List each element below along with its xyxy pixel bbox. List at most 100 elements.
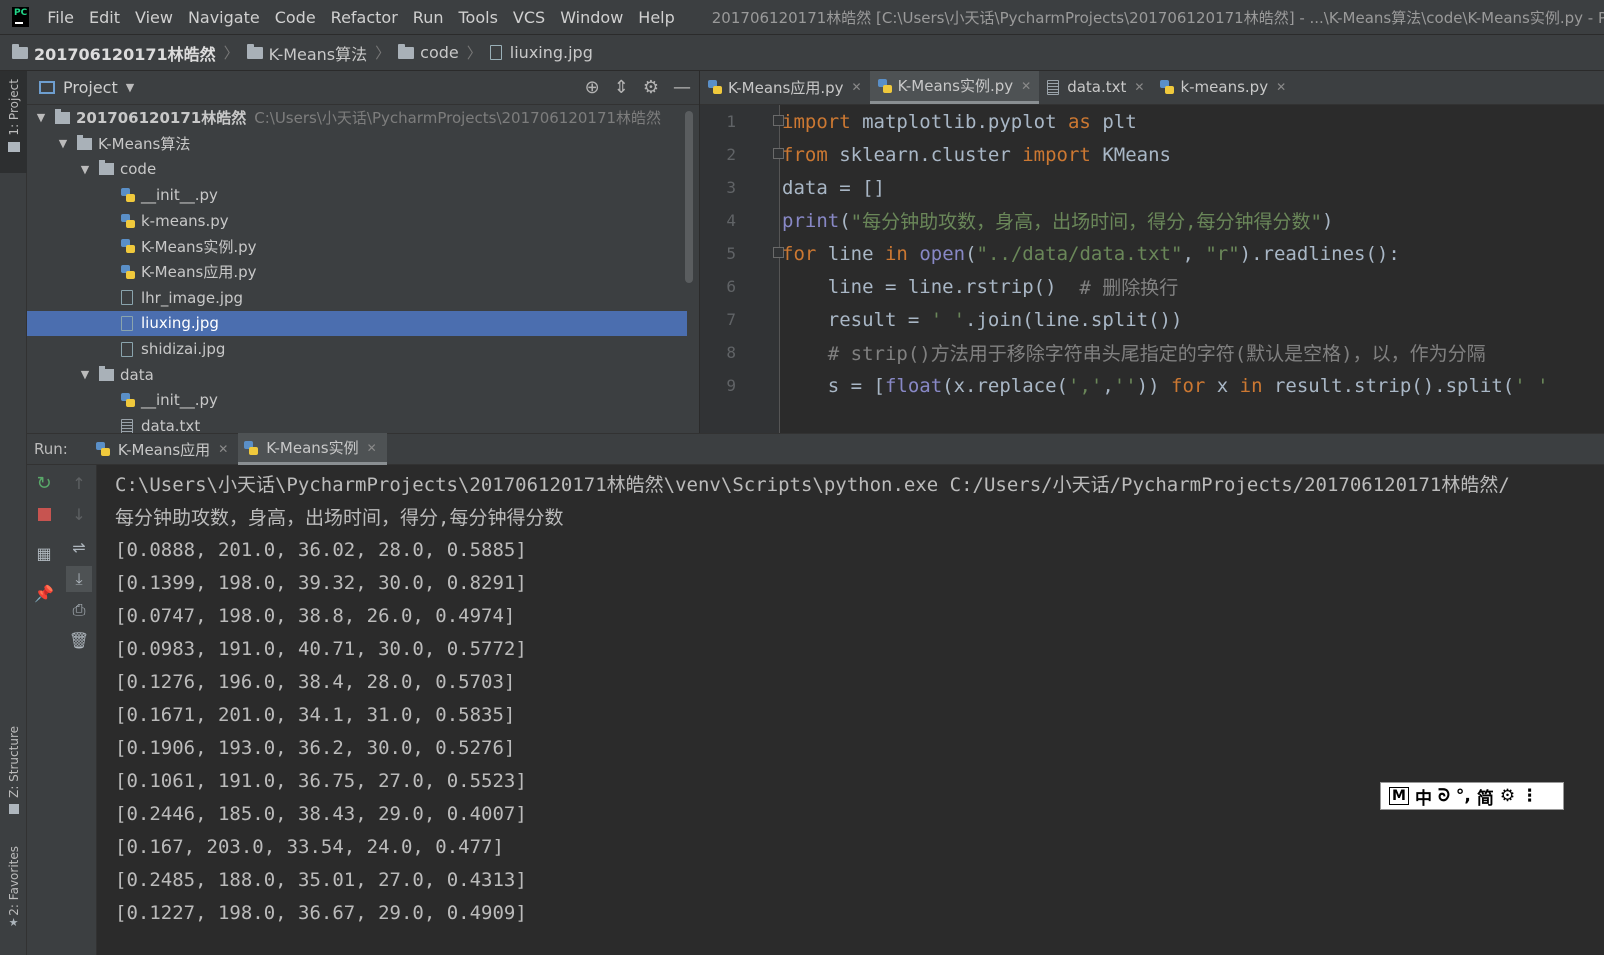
run-tab-kmeans-app[interactable]: K-Means应用 ✕ [90, 433, 238, 465]
stop-icon[interactable] [34, 504, 54, 524]
expand-arrow-icon[interactable]: ▼ [79, 368, 91, 381]
scroll-to-end-icon[interactable]: ⤓ [66, 566, 92, 592]
menu-view[interactable]: View [135, 8, 173, 27]
close-icon[interactable]: ✕ [1134, 80, 1144, 94]
tree-item[interactable]: ▼ K-Means算法 [27, 131, 687, 157]
ime-mode-icon[interactable]: M [1389, 787, 1409, 805]
restore-layout-icon[interactable]: ▦ [34, 543, 54, 563]
breadcrumb-code[interactable]: code [398, 43, 459, 62]
run-tab-label: K-Means实例 [266, 439, 359, 457]
ime-language-toggle[interactable]: 中 [1415, 784, 1432, 809]
code-token: line [816, 242, 885, 265]
arrow-down-icon[interactable]: ↓ [69, 504, 89, 524]
breadcrumb-label: code [420, 43, 459, 62]
chevron-down-icon[interactable]: ▼ [126, 81, 134, 94]
hide-panel-icon[interactable]: — [673, 77, 691, 98]
breadcrumb-kmeans[interactable]: K-Means算法 [246, 41, 367, 65]
code-line: 4 print("每分钟助攻数，身高，出场时间，得分,每分钟得分数") [700, 204, 1604, 237]
line-number: 3 [726, 178, 736, 197]
tree-item[interactable]: __init__.py [27, 388, 687, 414]
menu-edit[interactable]: Edit [89, 8, 120, 27]
close-icon[interactable]: ✕ [367, 441, 377, 455]
editor-tab[interactable]: K-Means应用.py ✕ [700, 71, 870, 104]
favorites-tool-tab[interactable]: 2: Favorites ★ [0, 846, 27, 955]
menu-file[interactable]: File [47, 8, 74, 27]
folder-icon [99, 365, 114, 381]
project-panel-title[interactable]: Project [63, 78, 118, 97]
editor-tab[interactable]: k-means.py ✕ [1152, 71, 1294, 104]
locate-file-icon[interactable]: ⊕ [585, 77, 600, 98]
tree-item[interactable]: ▼ data [27, 362, 687, 388]
expand-arrow-icon[interactable]: ▼ [35, 111, 47, 124]
tree-item-label: data [120, 365, 154, 384]
menu-navigate[interactable]: Navigate [188, 8, 260, 27]
tree-item[interactable]: K-Means应用.py [27, 259, 687, 285]
close-icon[interactable]: ✕ [218, 442, 228, 456]
arrow-up-icon[interactable]: ↑ [69, 473, 89, 493]
code-token: result.strip().split( [1262, 374, 1515, 397]
tree-item[interactable]: ▼ code [27, 156, 687, 182]
menu-vcs[interactable]: VCS [513, 8, 545, 27]
editor-tab-label: K-Means应用.py [728, 78, 844, 97]
breadcrumb: 201706120171林皓然 〉 K-Means算法 〉 code 〉 liu… [0, 35, 1604, 71]
pin-icon[interactable]: 📌 [34, 583, 54, 603]
editor-tab[interactable]: K-Means实例.py ✕ [869, 71, 1040, 104]
tree-item[interactable]: lhr_image.jpg [27, 285, 687, 311]
project-panel: Project ▼ ⊕ ⇕ ⚙ — ▼ 201706120171林皓然 C:\Use… [27, 71, 700, 433]
soft-wrap-icon[interactable]: ⇌ [69, 537, 89, 557]
tree-item[interactable]: shidizai.jpg [27, 336, 687, 362]
menu-window[interactable]: Window [560, 8, 623, 27]
code-line: 5 for line in open("../data/data.txt", "r… [700, 237, 1604, 270]
structure-tool-tab[interactable]: Z: Structure [0, 726, 27, 826]
tree-item[interactable]: liuxing.jpg [27, 310, 687, 337]
close-icon[interactable]: ✕ [1021, 79, 1031, 93]
trash-icon[interactable]: 🗑 [69, 630, 89, 650]
image-file-icon [121, 315, 133, 331]
breadcrumb-project[interactable]: 201706120171林皓然 [12, 41, 216, 65]
menu-run[interactable]: Run [413, 8, 444, 27]
project-tree-scrollbar[interactable] [685, 111, 693, 283]
code-token: # strip()方法用于移除字符串头尾指定的字符(默认是空格)，以，作为分隔 [782, 343, 1486, 365]
collapse-all-icon[interactable]: ⇕ [614, 77, 629, 98]
close-icon[interactable]: ✕ [1276, 80, 1286, 94]
expand-arrow-icon[interactable]: ▼ [57, 137, 69, 150]
tree-item[interactable]: K-Means实例.py [27, 233, 687, 259]
window-title: 201706120171林皓然 [C:\Users\小天话\PycharmPro… [711, 8, 1604, 27]
tree-item[interactable]: k-means.py [27, 208, 687, 234]
project-view-icon [39, 81, 55, 94]
editor-tabs: K-Means应用.py ✕ K-Means实例.py ✕ data.txt ✕ k-mea… [700, 71, 1604, 105]
ime-more-icon[interactable]: ⋮ [1521, 786, 1538, 806]
code-token: KMeans [1090, 143, 1171, 166]
code-token: import [782, 110, 851, 133]
breadcrumb-file[interactable]: liuxing.jpg [489, 43, 593, 62]
code-editor[interactable]: 1 import matplotlib.pyplot as plt 2 from s… [700, 105, 1604, 402]
gear-icon[interactable]: ⚙ [643, 77, 659, 98]
tree-item[interactable]: data.txt [27, 413, 687, 433]
menu-refactor[interactable]: Refactor [331, 8, 398, 27]
ime-halfwidth-icon[interactable]: ᘐ [1438, 786, 1450, 806]
breadcrumb-separator-icon: 〉 [223, 44, 239, 62]
tree-item[interactable]: __init__.py [27, 182, 687, 208]
menu-code[interactable]: Code [275, 8, 316, 27]
run-console[interactable]: C:\Users\小天话\PycharmProjects\20170612017… [97, 465, 1604, 955]
project-tool-tab[interactable]: 1: Project [0, 71, 27, 173]
ime-simplified-toggle[interactable]: 简 [1477, 784, 1494, 809]
menu-help[interactable]: Help [638, 8, 674, 27]
run-tab-kmeans-example[interactable]: K-Means实例 ✕ [238, 433, 387, 465]
editor-tab[interactable]: data.txt ✕ [1039, 71, 1152, 104]
project-tool-tab-label: 1: Project [6, 79, 21, 136]
ime-settings-icon[interactable]: ⚙ [1500, 786, 1515, 806]
ime-punctuation-icon[interactable]: °, [1456, 786, 1471, 806]
print-icon[interactable]: ⎙ [69, 600, 89, 620]
code-line: 8 # strip()方法用于移除字符串头尾指定的字符(默认是空格)，以，作为分… [700, 336, 1604, 369]
close-icon[interactable]: ✕ [852, 80, 862, 94]
expand-arrow-icon[interactable]: ▼ [79, 163, 91, 176]
folder-icon [12, 43, 28, 59]
tree-item[interactable]: ▼ 201706120171林皓然 C:\Users\小天话\PycharmProj… [27, 105, 687, 131]
python-file-icon [244, 440, 259, 456]
rerun-icon[interactable]: ↻ [34, 473, 54, 494]
editor-tab-label: data.txt [1067, 78, 1127, 96]
code-token: line = line.rstrip() [782, 275, 1080, 298]
menu-tools[interactable]: Tools [458, 8, 497, 27]
console-line: [0.1276, 196.0, 38.4, 28.0, 0.5703] [115, 670, 516, 693]
